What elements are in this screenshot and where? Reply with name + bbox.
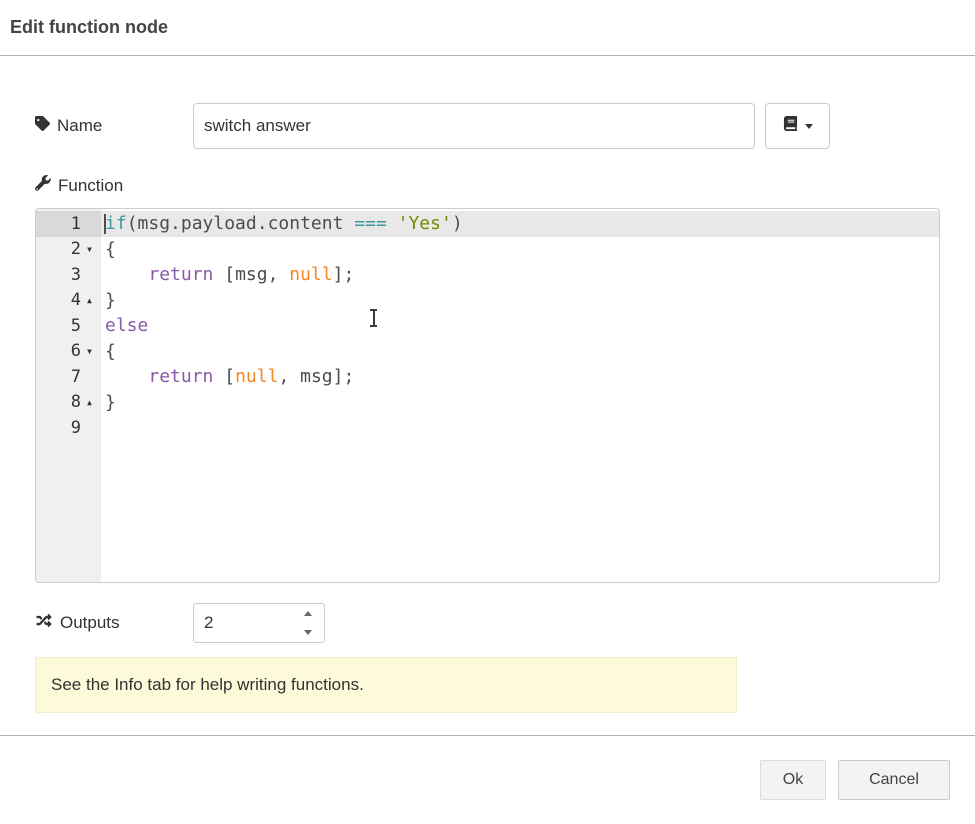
code-token: else [105,315,148,336]
code-line[interactable]: } [101,288,939,314]
outputs-label: Outputs [35,613,193,633]
library-button[interactable] [765,103,830,149]
info-tip: See the Info tab for help writing functi… [35,657,737,713]
code-token: return [148,264,213,285]
name-label: Name [35,116,193,136]
editor-code-lines: if(msg.payload.content === 'Yes'){ retur… [101,211,939,441]
dialog-body: Name Function 12▾34▴56▾78▴9 if(msg.paylo… [0,103,975,713]
tag-icon [35,116,50,136]
code-line[interactable]: { [101,339,939,365]
outputs-decrement-button[interactable] [294,623,322,642]
code-token: , msg]; [278,366,354,387]
cancel-button[interactable]: Cancel [838,760,950,800]
line-number: 1 [71,214,81,234]
gutter-cell: 5 [36,313,101,339]
line-number: 3 [71,265,81,285]
code-token: 'Yes' [398,213,452,234]
gutter-cell: 3 [36,262,101,288]
book-icon [783,116,798,136]
info-tip-text: See the Info tab for help writing functi… [51,675,364,695]
code-token [387,213,398,234]
code-token: { [105,239,116,260]
function-code-editor: 12▾34▴56▾78▴9 if(msg.payload.content ===… [35,208,940,583]
outputs-row: Outputs [35,603,940,643]
editor-code[interactable]: if(msg.payload.content === 'Yes'){ retur… [101,209,939,582]
gutter-cell: 7 [36,364,101,390]
ok-button[interactable]: Ok [760,760,826,800]
dialog-title: Edit function node [10,17,168,38]
code-token: [ [213,366,235,387]
fold-toggle-icon[interactable]: ▴ [81,396,98,408]
code-token: ) [452,213,463,234]
code-token: } [105,392,116,413]
spinner-up-icon [304,611,312,616]
dialog-header: Edit function node [0,0,975,56]
line-number: 4 [71,290,81,310]
code-token: } [105,290,116,311]
code-line[interactable]: { [101,237,939,263]
code-line[interactable]: } [101,390,939,416]
code-token: === [354,213,387,234]
name-row: Name [35,103,940,149]
code-token: return [148,366,213,387]
spinner-buttons [294,604,322,642]
fold-toggle-icon[interactable]: ▾ [81,345,98,357]
fold-toggle-icon[interactable]: ▴ [81,294,98,306]
code-line[interactable]: if(msg.payload.content === 'Yes') [101,211,939,237]
dialog-footer: Ok Cancel [0,735,975,800]
code-line[interactable] [101,415,939,441]
code-token: (msg.payload.content [127,213,355,234]
line-number: 7 [71,367,81,387]
code-token [105,366,148,387]
gutter-cell: 4▴ [36,288,101,314]
function-label: Function [35,175,193,196]
function-label-text: Function [58,176,123,196]
gutter-cell: 1 [36,211,101,237]
wrench-icon [35,175,51,196]
text-caret [104,214,106,234]
gutter-cell: 6▾ [36,339,101,365]
code-line[interactable]: else [101,313,939,339]
code-token: { [105,341,116,362]
gutter-cell: 2▾ [36,237,101,263]
outputs-spinner [193,603,325,643]
code-token: ]; [333,264,355,285]
code-line[interactable]: return [null, msg]; [101,364,939,390]
code-token: [msg, [213,264,289,285]
ibeam-bar [373,310,375,326]
mouse-cursor-ibeam [369,309,378,327]
outputs-increment-button[interactable] [294,604,322,623]
gutter-cell: 8▴ [36,390,101,416]
fold-toggle-icon[interactable]: ▾ [81,243,98,255]
line-number: 5 [71,316,81,336]
editor-gutter: 12▾34▴56▾78▴9 [36,209,101,582]
gutter-cell: 9 [36,415,101,441]
name-input[interactable] [193,103,755,149]
code-token: null [289,264,332,285]
spinner-down-icon [304,630,312,635]
line-number: 9 [71,418,81,438]
code-token: null [235,366,278,387]
code-line[interactable]: return [msg, null]; [101,262,939,288]
function-label-row: Function [35,175,940,196]
outputs-input[interactable] [194,604,294,642]
line-number: 8 [71,392,81,412]
outputs-label-text: Outputs [60,613,120,633]
line-number: 6 [71,341,81,361]
code-token: if [105,213,127,234]
name-label-text: Name [57,116,102,136]
code-token [105,264,148,285]
line-number: 2 [71,239,81,259]
shuffle-icon [35,613,53,633]
chevron-down-icon [805,124,813,129]
